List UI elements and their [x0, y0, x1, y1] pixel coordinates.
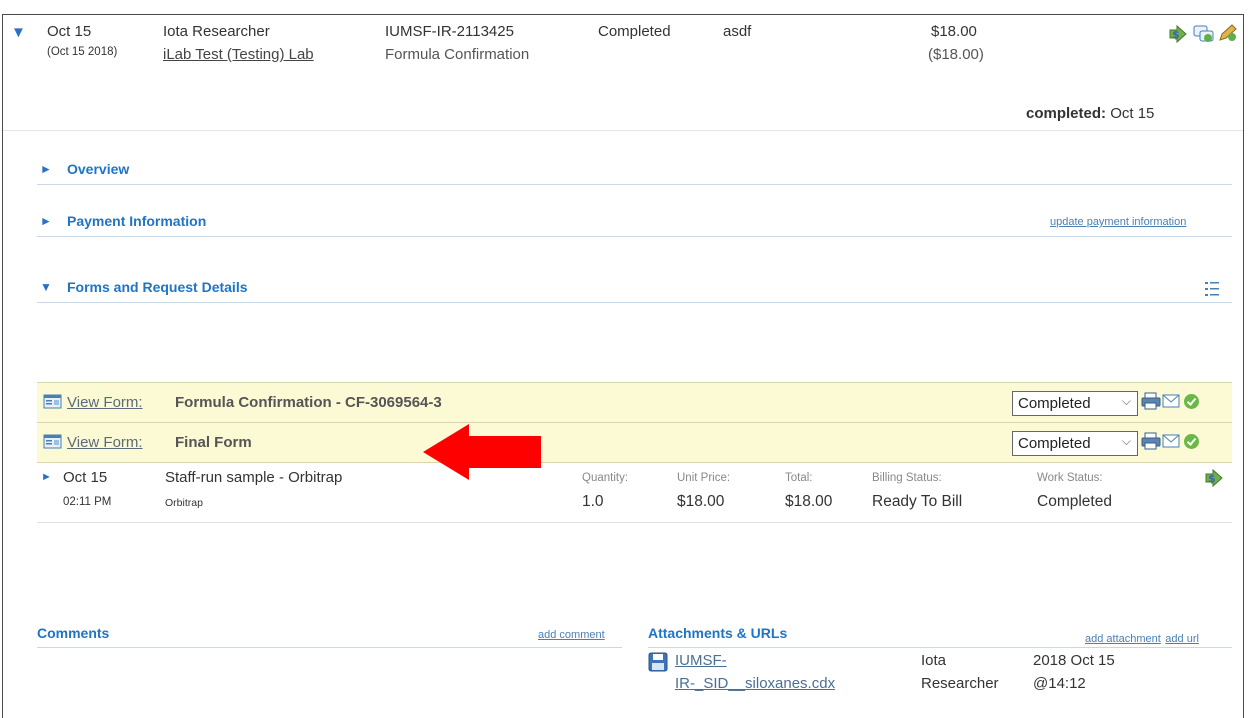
order-status: Completed	[598, 23, 671, 40]
forms-section-title[interactable]: Forms and Request Details	[67, 279, 248, 295]
overview-divider	[37, 184, 1232, 185]
order-date-full: (Oct 15 2018)	[47, 46, 118, 58]
quantity-label: Quantity:	[582, 472, 629, 484]
charge-sub: Orbitrap	[165, 497, 203, 509]
forms-collapse-icon[interactable]: ▼	[40, 280, 52, 294]
view-form-link[interactable]: View Form:	[67, 394, 143, 411]
attachment-file-link-line2[interactable]: IR-_SID__siloxanes.cdx	[675, 675, 835, 692]
form-status-select[interactable]: Completed ⌵	[1012, 431, 1138, 456]
payment-expand-icon[interactable]: ►	[40, 214, 52, 228]
quantity-value: 1.0	[582, 493, 604, 510]
order-price-paren: ($18.00)	[928, 46, 984, 63]
order-note: asdf	[723, 23, 752, 40]
overview-expand-icon[interactable]: ►	[40, 162, 52, 176]
charge-row: ► Oct 15 02:11 PM Staff-run sample - Orb…	[37, 462, 1232, 523]
form-status-value: Completed	[1018, 435, 1091, 452]
check-icon[interactable]	[1183, 393, 1200, 410]
total-value: $18.00	[785, 493, 833, 510]
chevron-down-icon: ⌵	[1121, 434, 1131, 448]
payment-divider	[37, 236, 1232, 237]
edit-icon[interactable]	[1217, 23, 1239, 43]
add-comment-link[interactable]: add comment	[538, 629, 605, 641]
attachment-owner-line2: Researcher	[921, 675, 999, 692]
svg-text:$: $	[1208, 472, 1216, 485]
billing-status-label: Billing Status:	[872, 472, 942, 484]
attachment-owner-line1: Iota	[921, 652, 947, 669]
list-icon[interactable]	[1204, 280, 1220, 298]
lab-link[interactable]: iLab Test (Testing) Lab	[163, 46, 314, 63]
charge-name: Staff-run sample - Orbitrap	[165, 469, 343, 486]
form-status-select[interactable]: Completed ⌵	[1012, 391, 1138, 416]
comments-title: Comments	[37, 625, 110, 641]
form-status-value: Completed	[1018, 395, 1091, 412]
print-icon[interactable]	[1141, 432, 1161, 450]
form-row: View Form: Final Form Completed ⌵	[37, 422, 1232, 463]
view-form-link[interactable]: View Form:	[67, 434, 143, 451]
form-title: Final Form	[175, 434, 252, 451]
service-name: Formula Confirmation	[385, 46, 530, 63]
dollar-icon[interactable]: $	[1203, 468, 1225, 488]
attachments-title: Attachments & URLs	[648, 625, 788, 641]
payment-section-title[interactable]: Payment Information	[67, 213, 206, 229]
update-payment-link[interactable]: update payment information	[1050, 216, 1186, 228]
charge-date: Oct 15	[63, 469, 108, 486]
order-date: Oct 15	[47, 23, 92, 40]
order-panel: ▼ Oct 15 (Oct 15 2018) Iota Researcher i…	[2, 14, 1244, 718]
check-icon[interactable]	[1183, 433, 1200, 450]
completed-date: Oct 15	[1110, 105, 1155, 122]
message-icon[interactable]	[1193, 24, 1215, 44]
attachments-divider	[648, 647, 1232, 648]
attachment-actions: add attachment add url	[1085, 629, 1199, 647]
unit-price-label: Unit Price:	[677, 472, 731, 484]
completed-label: completed:	[1026, 105, 1107, 122]
request-id: IUMSF-IR-2113425	[385, 23, 514, 40]
chevron-down-icon: ⌵	[1121, 394, 1131, 408]
add-attachment-link[interactable]: add attachment	[1085, 633, 1161, 645]
work-status-label: Work Status:	[1037, 472, 1103, 484]
comments-divider	[37, 647, 622, 648]
work-status-value: Completed	[1037, 493, 1112, 510]
charge-expand-icon[interactable]: ►	[41, 471, 52, 483]
email-icon[interactable]	[1162, 434, 1180, 448]
charge-time: 02:11 PM	[63, 496, 112, 508]
attachment-date-line2: @14:12	[1033, 675, 1086, 692]
form-title: Formula Confirmation - CF-3069564-3	[175, 394, 442, 411]
billing-status-value: Ready To Bill	[872, 493, 963, 510]
form-icon	[43, 394, 62, 409]
form-row: View Form: Formula Confirmation - CF-306…	[37, 382, 1232, 422]
attachment-date-line1: 2018 Oct 15	[1033, 652, 1115, 669]
completed-info: completed: Oct 15	[1026, 105, 1154, 122]
svg-text:$: $	[1172, 28, 1180, 41]
collapse-caret-icon[interactable]: ▼	[11, 24, 26, 41]
add-url-link[interactable]: add url	[1165, 633, 1199, 645]
attachment-file-link-line1[interactable]: IUMSF-	[675, 652, 727, 669]
print-icon[interactable]	[1141, 392, 1161, 410]
order-summary-row: ▼ Oct 15 (Oct 15 2018) Iota Researcher i…	[3, 15, 1243, 131]
dollar-icon[interactable]: $	[1167, 24, 1189, 44]
email-icon[interactable]	[1162, 394, 1180, 408]
total-label: Total:	[785, 472, 813, 484]
form-icon	[43, 434, 62, 449]
forms-divider	[37, 302, 1232, 303]
order-price: $18.00	[931, 23, 977, 40]
overview-section-title[interactable]: Overview	[67, 161, 129, 177]
researcher-name: Iota Researcher	[163, 23, 270, 40]
unit-price-value: $18.00	[677, 493, 725, 510]
floppy-disk-icon	[648, 652, 668, 672]
